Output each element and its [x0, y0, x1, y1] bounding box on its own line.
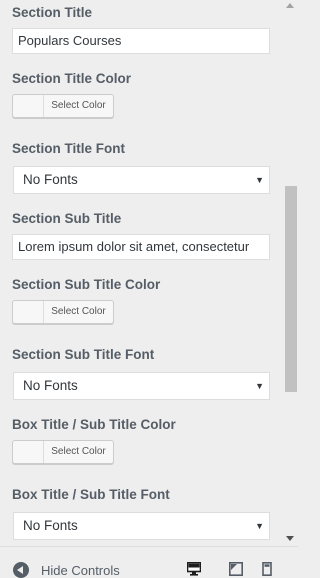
select-value: No Fonts — [23, 518, 78, 533]
section-sub-title-font-label: Section Sub Title Font — [12, 347, 155, 362]
select-color-label: Select Color — [51, 100, 106, 111]
caret-down-icon: ▼ — [255, 175, 264, 185]
color-swatch — [13, 95, 44, 117]
section-sub-title-color-label: Section Sub Title Color — [12, 277, 161, 292]
section-sub-title-color-button[interactable]: Select Color — [12, 300, 114, 324]
customizer-controls-panel: Section Title Populars Courses Section T… — [0, 0, 298, 546]
hide-controls-button[interactable]: Hide Controls — [13, 562, 120, 578]
tablet-icon[interactable] — [229, 562, 243, 576]
color-swatch — [13, 301, 44, 323]
section-title-color-label: Section Title Color — [12, 71, 132, 86]
customizer-footer: Hide Controls — [0, 546, 298, 578]
scrollbar-thumb[interactable] — [285, 186, 297, 392]
collapse-arrow-icon — [13, 562, 29, 578]
select-value: No Fonts — [23, 172, 78, 187]
select-color-label: Select Color — [51, 306, 106, 317]
box-title-font-label: Box Title / Sub Title Font — [12, 487, 170, 502]
hide-controls-label: Hide Controls — [41, 562, 120, 578]
box-title-font-select[interactable]: No Fonts ▼ — [13, 512, 270, 540]
box-title-color-button[interactable]: Select Color — [12, 440, 114, 464]
section-sub-title-input[interactable]: Lorem ipsum dolor sit amet, consectetur — [12, 234, 270, 260]
section-sub-title-font-select[interactable]: No Fonts ▼ — [13, 372, 270, 400]
box-title-color-label: Box Title / Sub Title Color — [12, 417, 176, 432]
mobile-icon[interactable] — [260, 562, 274, 576]
caret-down-icon: ▼ — [255, 381, 264, 391]
section-title-font-label: Section Title Font — [12, 141, 126, 156]
section-sub-title-label: Section Sub Title — [12, 211, 122, 226]
section-title-label: Section Title — [12, 5, 93, 20]
select-color-label: Select Color — [51, 446, 106, 457]
caret-down-icon: ▼ — [255, 521, 264, 531]
section-title-font-select[interactable]: No Fonts ▼ — [13, 166, 270, 194]
section-title-color-button[interactable]: Select Color — [12, 94, 114, 118]
section-title-input[interactable]: Populars Courses — [12, 28, 270, 54]
scroll-down-icon[interactable] — [286, 536, 294, 541]
select-value: No Fonts — [23, 378, 78, 393]
desktop-icon[interactable] — [187, 562, 201, 576]
color-swatch — [13, 441, 44, 463]
scroll-up-icon[interactable] — [286, 3, 294, 8]
